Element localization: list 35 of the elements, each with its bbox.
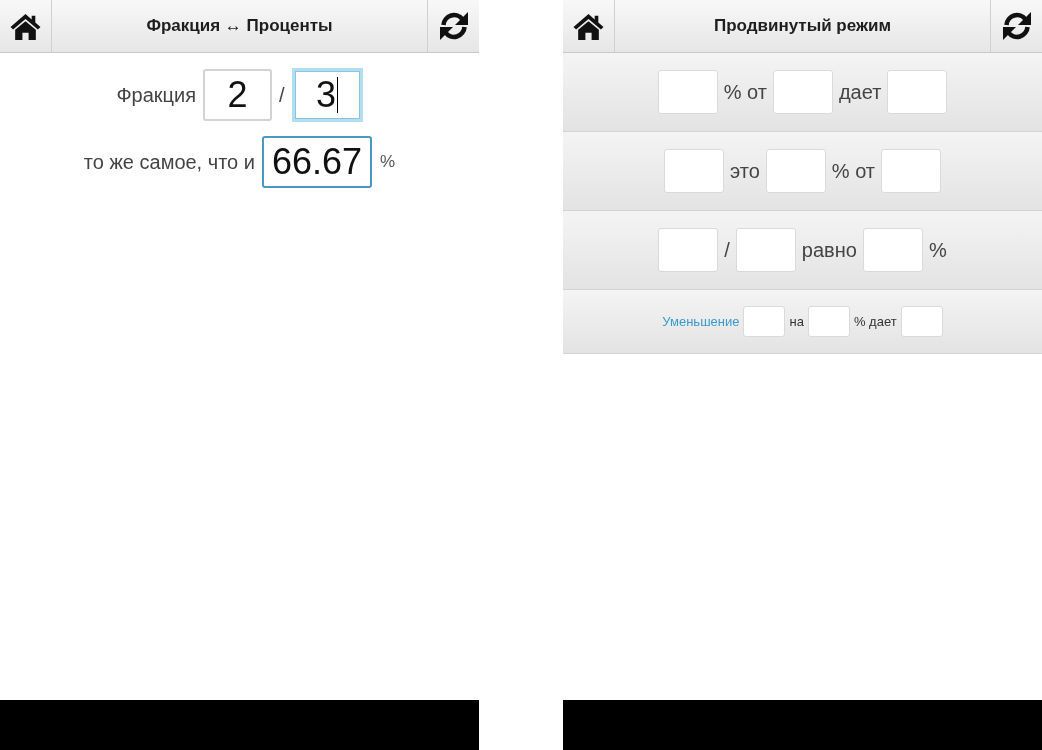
input-field[interactable] bbox=[772, 70, 833, 114]
input-field[interactable] bbox=[743, 306, 786, 337]
input-field[interactable] bbox=[807, 306, 850, 337]
label-text: дает bbox=[838, 80, 882, 104]
home-icon bbox=[573, 12, 604, 40]
label-text: то же самое, что и bbox=[83, 150, 255, 174]
screen-title: Фракция ↔ Проценты bbox=[145, 16, 334, 36]
label-text: Фракция bbox=[116, 83, 197, 107]
input-field[interactable] bbox=[881, 149, 941, 193]
label-text: равно bbox=[801, 238, 857, 262]
input-field[interactable] bbox=[765, 149, 826, 193]
label-text: % дает bbox=[853, 314, 897, 329]
label-text: / bbox=[724, 238, 730, 262]
label-text: % bbox=[928, 238, 947, 262]
label-text: это bbox=[730, 159, 760, 183]
label-text: % от bbox=[723, 80, 767, 104]
input-field[interactable] bbox=[900, 306, 943, 337]
home-icon bbox=[10, 12, 41, 40]
input-field[interactable] bbox=[735, 228, 796, 272]
input-field[interactable] bbox=[887, 70, 948, 114]
refresh-icon bbox=[1000, 10, 1033, 42]
input-field[interactable] bbox=[658, 228, 719, 272]
input-field[interactable] bbox=[657, 70, 718, 114]
screen-title: Продвинутый режим bbox=[712, 16, 893, 36]
input-field[interactable]: 2 bbox=[203, 69, 273, 121]
input-field[interactable] bbox=[664, 149, 724, 193]
label-text: / bbox=[279, 83, 285, 107]
unit-text: % bbox=[380, 152, 396, 172]
label-text: % от bbox=[831, 159, 875, 183]
input-field[interactable]: 3 bbox=[291, 68, 363, 122]
text-cursor-icon bbox=[337, 77, 339, 113]
input-field[interactable]: 66.67 bbox=[261, 136, 373, 188]
input-field[interactable] bbox=[862, 228, 923, 272]
label-text: на bbox=[789, 314, 804, 329]
refresh-icon bbox=[437, 10, 470, 42]
